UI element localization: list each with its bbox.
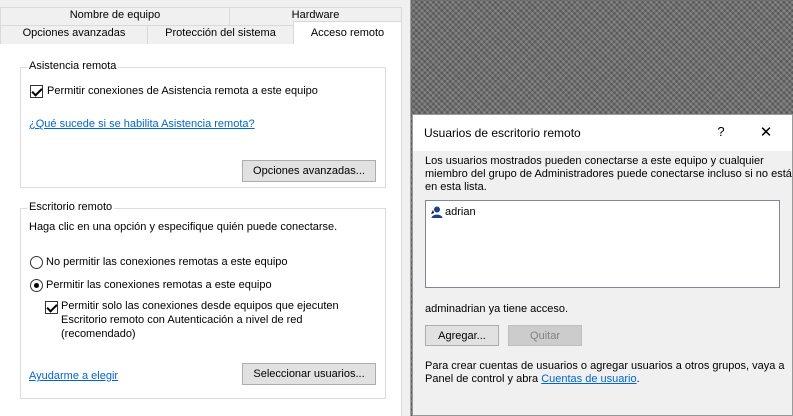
tab-system-protection[interactable]: Protección del sistema (147, 25, 294, 44)
allow-remote-connections-label: Permitir las conexiones remotas a este e… (46, 279, 272, 291)
deny-remote-connections-label: No permitir las conexiones remotas a est… (46, 256, 288, 268)
access-status: adminadrian ya tiene acceso. (425, 303, 569, 315)
system-properties-dialog: Nombre de equipo Hardware Opciones avanz… (0, 0, 411, 416)
tab-label: Acceso remoto (310, 27, 385, 39)
dialog-description-line2: miembro del grupo de Administradores pue… (425, 168, 792, 180)
nla-only-checkbox[interactable] (45, 301, 58, 314)
nla-only-label-line2: Escritorio remoto con Autenticación a ni… (61, 314, 303, 326)
add-user-button[interactable]: Agregar... (425, 325, 499, 346)
remove-user-button[interactable]: Quitar (508, 325, 582, 346)
deny-remote-connections-radio[interactable] (30, 256, 43, 269)
tab-label: Protección del sistema (165, 27, 276, 39)
dialog-edge (410, 0, 411, 416)
tab-advanced-options[interactable]: Opciones avanzadas (0, 25, 148, 44)
tab-label: Nombre de equipo (69, 9, 161, 21)
remote-desktop-users-dialog: Usuarios de escritorio remoto ? ✕ Los us… (412, 114, 793, 416)
advanced-options-button[interactable]: Opciones avanzadas... (242, 160, 376, 182)
dialog-title: Usuarios de escritorio remoto (424, 126, 581, 140)
group-title-remote-desktop: Escritorio remoto (27, 201, 115, 214)
tab-label: Opciones avanzadas (22, 27, 126, 39)
list-item[interactable]: adrian (426, 201, 779, 223)
user-accounts-link[interactable]: Cuentas de usuario (541, 373, 636, 385)
help-icon[interactable]: ? (715, 124, 727, 139)
footer-text-prefix: Panel de control y abra (425, 373, 542, 385)
nla-only-label-line1: Permitir solo las conexiones desde equip… (61, 300, 339, 312)
group-title-remote-assistance: Asistencia remota (27, 60, 119, 73)
users-list[interactable]: adrian (425, 200, 780, 288)
remote-assistance-info-link[interactable]: ¿Qué sucede si se habilita Asistencia re… (29, 117, 255, 131)
tab-label: Hardware (291, 9, 340, 21)
allow-remote-assistance-label: Permitir conexiones de Asistencia remota… (47, 85, 318, 97)
allow-remote-assistance-checkbox[interactable] (30, 85, 43, 98)
select-users-button[interactable]: Seleccionar usuarios... (242, 363, 376, 385)
footer-text-line1: Para crear cuentas de usuarios o agregar… (425, 360, 785, 372)
footer-period: . (636, 373, 640, 385)
dialog-titlebar: Usuarios de escritorio remoto ? ✕ (413, 115, 792, 151)
footer-text-line2: Panel de control y abra Cuentas de usuar… (425, 372, 640, 386)
list-item-label: adrian (445, 206, 476, 218)
tab-remote-access[interactable]: Acceso remoto (293, 21, 402, 45)
dialog-description-line1: Los usuarios mostrados pueden conectarse… (425, 155, 764, 167)
remote-desktop-intro: Haga clic en una opción y especifique qu… (29, 221, 338, 233)
help-me-choose-link[interactable]: Ayudarme a elegir (29, 369, 118, 383)
allow-remote-connections-radio[interactable] (30, 279, 43, 292)
close-icon[interactable]: ✕ (759, 123, 773, 141)
nla-only-label-line3: (recomendado) (61, 328, 136, 340)
dialog-description-line3: en esta lista. (425, 181, 487, 193)
tab-computer-name[interactable]: Nombre de equipo (0, 7, 230, 26)
remote-access-panel: Asistencia remota Permitir conexiones de… (0, 44, 402, 416)
user-icon (430, 205, 444, 219)
